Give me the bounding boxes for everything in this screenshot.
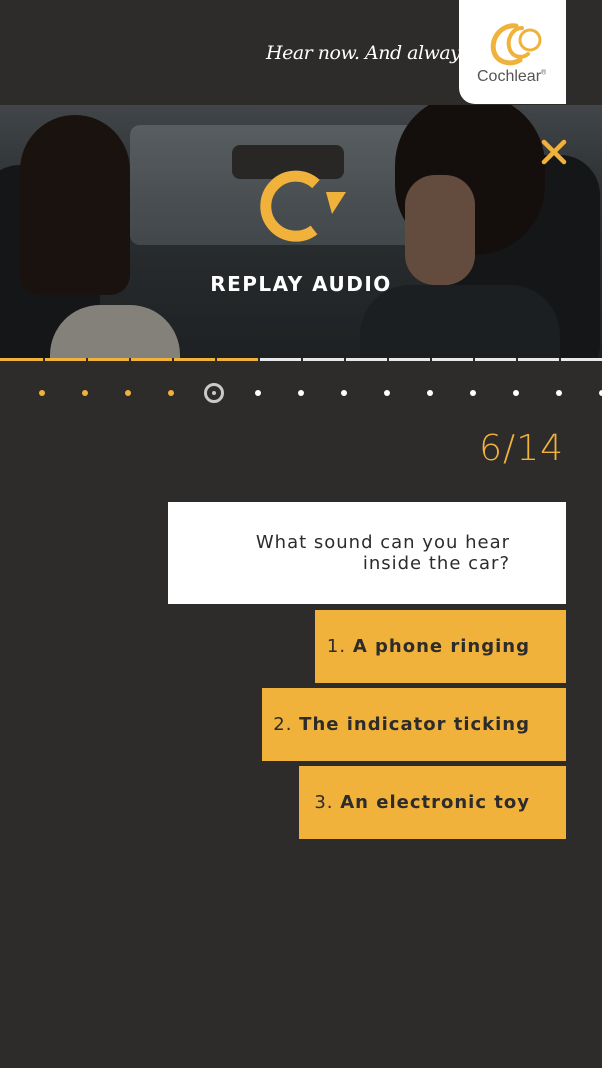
pagination-dot-completed[interactable] <box>82 390 89 396</box>
progress-segment-divider <box>172 358 174 361</box>
answer-number: 3. <box>314 792 334 813</box>
pagination-dot[interactable] <box>470 390 476 396</box>
pagination-dot[interactable] <box>297 390 304 396</box>
answer-option-1[interactable]: 1. A phone ringing <box>315 610 566 683</box>
pagination-dot[interactable] <box>383 390 390 396</box>
progress-segment-divider <box>258 358 260 361</box>
answer-text: A phone ringing <box>352 636 530 657</box>
header: Hear now. And always Cochlear® <box>0 0 602 105</box>
progress-segment-divider <box>344 358 346 361</box>
progress-segment-divider <box>43 358 45 361</box>
progress-segment-divider <box>86 358 88 361</box>
logo-text: Cochlear® <box>477 68 546 86</box>
progress-segment-divider <box>215 358 217 361</box>
progress-segment-divider <box>516 358 518 361</box>
pagination-dot-completed[interactable] <box>168 390 175 396</box>
pagination-dot-completed[interactable] <box>125 390 132 396</box>
answer-number: 2. <box>273 714 293 735</box>
progress-segment-divider <box>559 358 561 361</box>
question-pagination <box>0 382 602 406</box>
answer-text: An electronic toy <box>340 792 530 813</box>
answer-text: The indicator ticking <box>299 714 530 735</box>
replay-audio-label[interactable]: REPLAY AUDIO <box>0 272 602 296</box>
answer-option-3[interactable]: 3. An electronic toy <box>299 766 566 839</box>
replay-icon[interactable] <box>254 168 348 248</box>
pagination-dot-completed[interactable] <box>39 390 45 396</box>
pagination-dot[interactable] <box>340 390 347 396</box>
pagination-dot[interactable] <box>426 390 433 396</box>
progress-segment-divider <box>473 358 475 361</box>
progress-segment-divider <box>129 358 131 361</box>
progress-segment-divider <box>430 358 432 361</box>
answer-option-2[interactable]: 2. The indicator ticking <box>262 688 566 761</box>
question-line-2: inside the car? <box>362 553 510 574</box>
progress-segment-divider <box>301 358 303 361</box>
question-counter: 6/14 <box>479 428 564 469</box>
close-icon[interactable] <box>540 138 568 166</box>
logo-mark-icon <box>490 23 542 66</box>
answer-number: 1. <box>326 636 347 657</box>
pagination-dot[interactable] <box>513 390 520 396</box>
question-box: What sound can you hear inside the car? <box>168 502 566 604</box>
pagination-dot[interactable] <box>556 390 563 396</box>
registered-mark: ® <box>541 69 547 77</box>
pagination-dot[interactable] <box>254 390 261 396</box>
pagination-dot-current[interactable] <box>204 383 225 403</box>
logo-wordmark: Cochlear <box>477 68 542 85</box>
question-line-1: What sound can you hear <box>255 532 510 553</box>
progress-segment-divider <box>387 358 389 361</box>
audio-progress-bar[interactable] <box>0 358 602 361</box>
tagline: Hear now. And always <box>266 42 470 64</box>
cochlear-logo[interactable]: Cochlear® <box>459 0 566 104</box>
